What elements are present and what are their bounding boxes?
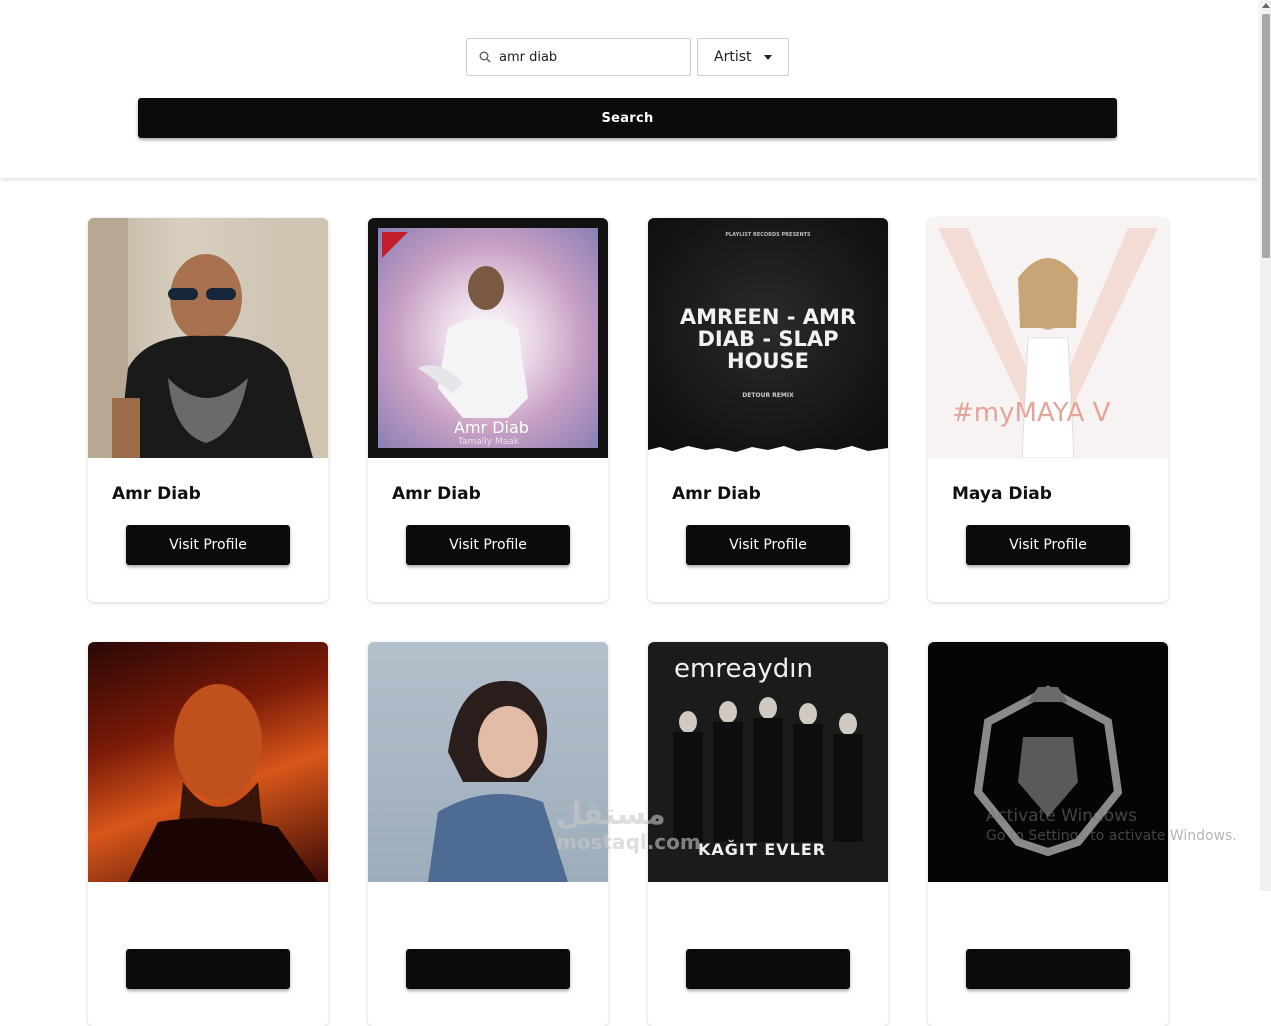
artist-name: Amr Diab — [112, 484, 201, 504]
cover-title-text: emreaydın — [674, 654, 813, 684]
visit-profile-button[interactable] — [406, 949, 570, 989]
visit-profile-button[interactable] — [686, 949, 850, 989]
artist-card: Amr Diab Tamally Maak Amr Diab Visit Pro… — [368, 218, 608, 602]
cover-sub-text: KAĞIT EVLER — [698, 840, 827, 859]
artist-image: Amr Diab Tamally Maak — [368, 218, 608, 458]
cover-title-text: #myMAYA V — [952, 398, 1111, 428]
chevron-down-icon — [764, 54, 772, 60]
visit-profile-button[interactable]: Visit Profile — [686, 525, 850, 565]
cover-title-text: AMREEN - AMR DIAB - SLAP HOUSE — [679, 305, 857, 373]
results-grid: Amr Diab Visit Profile Amr Diab Tamally … — [88, 218, 1168, 1026]
artist-name: Amr Diab — [672, 484, 761, 504]
artist-card — [88, 642, 328, 1026]
artist-image — [88, 218, 328, 458]
visit-profile-button[interactable]: Visit Profile — [966, 525, 1130, 565]
artist-name: Amr Diab — [392, 484, 481, 504]
site-watermark-arabic: مستقل — [556, 797, 666, 832]
visit-profile-button[interactable]: Visit Profile — [126, 525, 290, 565]
windows-activation-watermark: Activate Windows Go to Settings to activ… — [986, 806, 1237, 844]
search-input[interactable] — [497, 48, 681, 66]
artist-name: Maya Diab — [952, 484, 1052, 504]
search-button[interactable]: Search — [138, 98, 1117, 138]
windows-activation-subtitle: Go to Settings to activate Windows. — [986, 828, 1237, 844]
artist-image — [928, 642, 1168, 882]
search-type-value: Artist — [714, 49, 752, 65]
site-watermark: مستقل mostaql.com — [556, 797, 701, 855]
artist-card: Amr Diab Visit Profile — [88, 218, 328, 602]
artist-card: PLAYLIST RECORDS PRESENTS AMREEN - AMR D… — [648, 218, 888, 602]
visit-profile-button[interactable] — [126, 949, 290, 989]
search-icon — [479, 51, 491, 63]
scroll-up-arrow-icon[interactable] — [1262, 3, 1270, 8]
cover-top-text: PLAYLIST RECORDS PRESENTS — [725, 232, 811, 238]
search-type-dropdown[interactable]: Artist — [697, 38, 789, 76]
artist-card: #myMAYA V Maya Diab Visit Profile — [928, 218, 1168, 602]
search-header: Artist Search — [0, 0, 1258, 178]
windows-activation-title: Activate Windows — [986, 806, 1137, 826]
visit-profile-button[interactable]: Visit Profile — [406, 525, 570, 565]
search-input-wrapper[interactable] — [466, 38, 691, 76]
site-watermark-url: mostaql.com — [556, 830, 701, 854]
cover-sub-text: DETOUR REMIX — [742, 392, 794, 399]
album-artist-text: Amr Diab — [454, 418, 529, 437]
album-title-text: Tamally Maak — [458, 437, 520, 447]
artist-image: PLAYLIST RECORDS PRESENTS AMREEN - AMR D… — [648, 218, 888, 458]
artist-image: #myMAYA V — [928, 218, 1168, 458]
visit-profile-button[interactable] — [966, 949, 1130, 989]
scrollbar-thumb[interactable] — [1262, 14, 1270, 258]
artist-image — [88, 642, 328, 882]
